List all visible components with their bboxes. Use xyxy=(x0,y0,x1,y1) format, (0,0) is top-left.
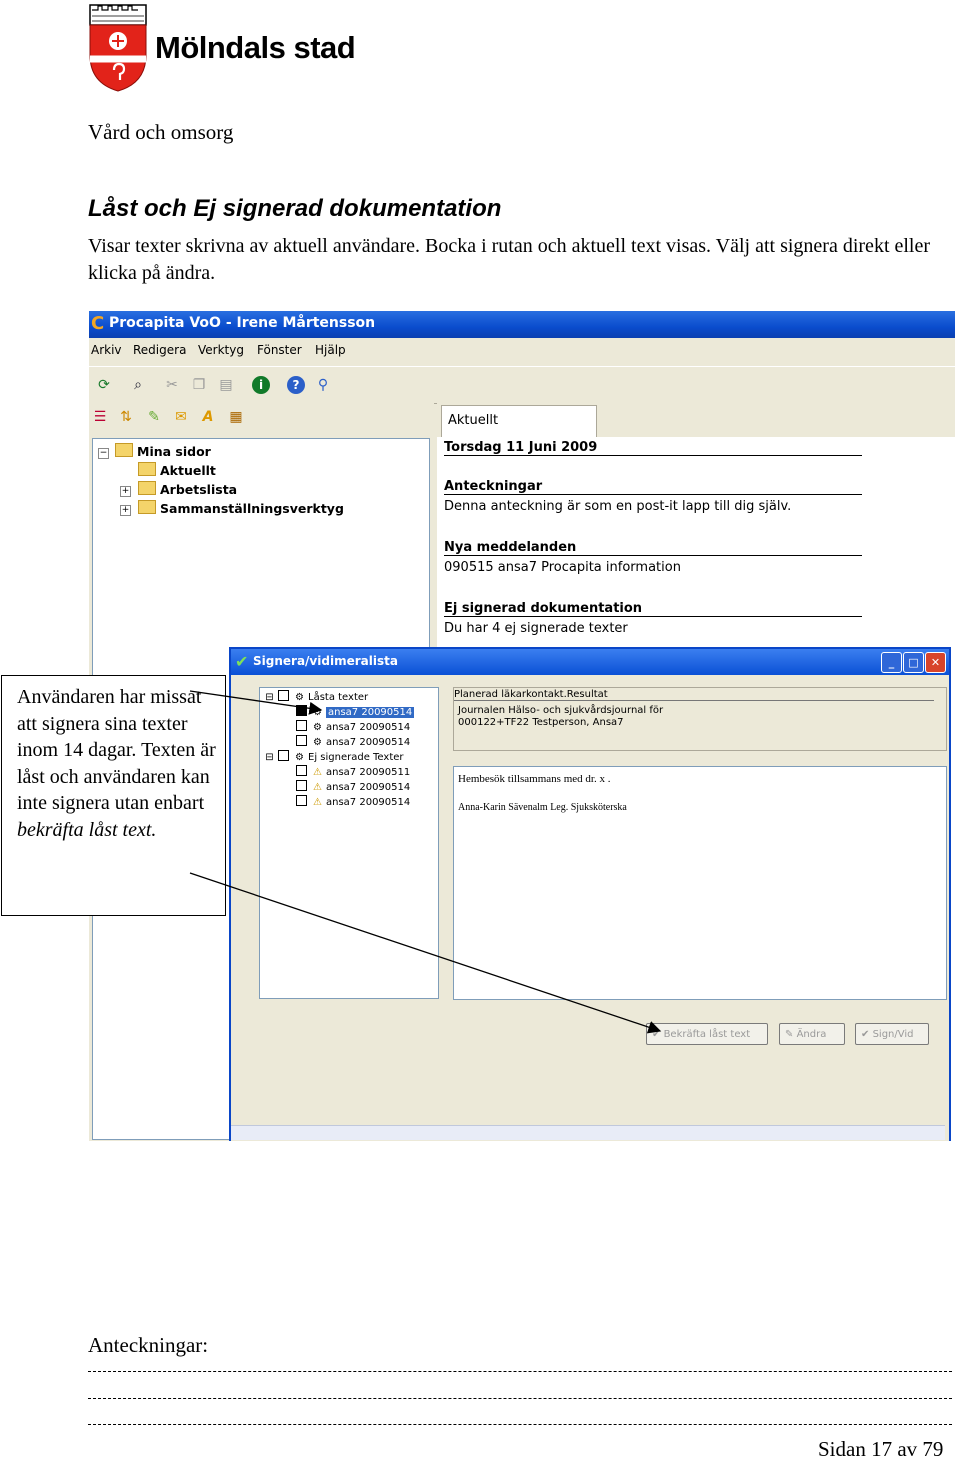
tree-item-mina-sidor[interactable]: Mina sidor xyxy=(115,443,211,461)
edit-button[interactable]: ✎ Ändra xyxy=(779,1023,845,1045)
record-line: 000122+TF22 Testperson, Ansa7 xyxy=(458,717,624,728)
group-unsigned[interactable]: ⊟ ⚙ Ej signerade Texter xyxy=(264,750,404,764)
warning-icon: ⚠ xyxy=(313,797,322,808)
section-text: Denna anteckning är som en post-it lapp … xyxy=(444,499,792,514)
tree-label: Aktuellt xyxy=(160,463,216,478)
context-help-icon[interactable]: ⚲ xyxy=(314,376,332,394)
record-title: Planerad läkarkontakt.Resultat xyxy=(454,689,934,701)
check-icon: ✔ xyxy=(861,1029,873,1040)
text-style-icon[interactable]: A xyxy=(199,408,217,426)
callout-text-italic: bekräfta låst text. xyxy=(17,818,157,841)
sign-dialog: ✔ Signera/vidimeralista _ □ ✕ ⊟ ⚙ Låsta te… xyxy=(229,647,951,1141)
mölndal-coat-of-arms-logo xyxy=(89,4,147,92)
expand-toggle[interactable]: + xyxy=(120,486,131,497)
folder-icon xyxy=(138,500,156,514)
mail-icon[interactable]: ✉ xyxy=(172,408,190,426)
collapse-toggle[interactable]: − xyxy=(98,448,109,459)
checkmark-icon: ✔ xyxy=(235,652,249,671)
tab-strip: Aktuellt xyxy=(437,403,955,437)
tree-item-sammanstallningsverktyg[interactable]: Sammanställningsverktyg xyxy=(138,500,344,518)
tree-item-aktuellt[interactable]: Aktuellt xyxy=(138,462,216,480)
unsigned-item[interactable]: ⚠ ansa7 20090514 xyxy=(296,780,410,794)
page-number: Sidan 17 av 79 xyxy=(818,1437,944,1461)
menu-verktyg[interactable]: Verktyg xyxy=(198,343,244,357)
text-list-tree: ⊟ ⚙ Låsta texter ⚙ ansa7 20090514 ⚙ ansa7 20… xyxy=(259,687,439,999)
menu-redigera[interactable]: Redigera xyxy=(133,343,186,357)
confirm-locked-text-button[interactable]: ✔ Bekräfta låst text xyxy=(646,1023,768,1045)
menu-fonster[interactable]: Fönster xyxy=(257,343,302,357)
notes-line xyxy=(88,1424,952,1425)
lock-icon: ⚙ xyxy=(313,707,322,718)
minimize-button[interactable]: _ xyxy=(881,652,902,673)
group-locked[interactable]: ⊟ ⚙ Låsta texter xyxy=(264,690,368,704)
horizontal-scrollbar[interactable] xyxy=(231,1125,945,1140)
record-header: Planerad läkarkontakt.Resultat Journalen… xyxy=(453,687,947,751)
section-text: 090515 ansa7 Procapita information xyxy=(444,560,681,575)
help-icon[interactable]: ? xyxy=(287,376,305,394)
window-title: Procapita VoO - Irene Mårtensson xyxy=(109,315,376,331)
tree-label: Arbetslista xyxy=(160,482,238,497)
record-line: Journalen Hälso- och sjukvårdsjournal fö… xyxy=(458,705,664,716)
notes-line xyxy=(88,1398,952,1399)
window-titlebar: C Procapita VoO - Irene Mårtensson xyxy=(89,311,955,338)
unsigned-item[interactable]: ⚠ ansa7 20090514 xyxy=(296,795,410,809)
unsigned-item[interactable]: ⚠ ansa7 20090511 xyxy=(296,765,410,779)
lock-icon: ⚙ xyxy=(313,722,322,733)
menu-hjalp[interactable]: Hjälp xyxy=(315,343,346,357)
navigation-toolbar: ☰ ⇅ ✎ ✉ A ▦ xyxy=(89,403,434,433)
date-heading: Torsdag 11 Juni 2009 xyxy=(444,440,862,456)
record-signature: Anna-Karin Sävenalm Leg. Sjuksköterska xyxy=(458,802,627,813)
sort-icon[interactable]: ⇅ xyxy=(117,408,135,426)
notes-line xyxy=(88,1371,952,1372)
section-title[interactable]: Anteckningar xyxy=(444,479,862,495)
folder-icon xyxy=(138,481,156,495)
sign-button[interactable]: ✔ Sign/Vid xyxy=(855,1023,929,1045)
record-body: Hembesök tillsammans med dr. x . Anna-Ka… xyxy=(453,766,947,1000)
tree-item-arbetslista[interactable]: Arbetslista xyxy=(138,481,237,499)
folder-icon xyxy=(115,443,133,457)
folder-icon xyxy=(138,462,156,476)
section-title[interactable]: Ej signerad dokumentation xyxy=(444,601,862,617)
intro-paragraph: Visar texter skrivna av aktuell användar… xyxy=(88,235,931,284)
warning-icon: ⚠ xyxy=(313,782,322,793)
copy-icon[interactable]: ❐ xyxy=(190,376,208,394)
edit-icon: ✎ xyxy=(785,1029,797,1040)
note-icon[interactable]: ✎ xyxy=(145,408,163,426)
record-body-text: Hembesök tillsammans med dr. x . xyxy=(458,773,611,785)
list-icon[interactable]: ☰ xyxy=(91,408,109,426)
page-heading: Låst och Ej signerad dokumentation xyxy=(88,195,502,222)
dialog-titlebar: ✔ Signera/vidimeralista _ □ ✕ xyxy=(231,649,949,675)
paste-icon[interactable]: ▤ xyxy=(217,376,235,394)
organization-name: Mölndals stad xyxy=(155,30,356,65)
menu-arkiv[interactable]: Arkiv xyxy=(91,343,122,357)
binoculars-icon[interactable]: ⌕ xyxy=(129,376,147,394)
maximize-button[interactable]: □ xyxy=(903,652,924,673)
warning-icon: ⚠ xyxy=(313,767,322,778)
document-icon[interactable]: ▦ xyxy=(227,408,245,426)
locked-item[interactable]: ⚙ ansa7 20090514 xyxy=(296,705,415,719)
dialog-title: Signera/vidimeralista xyxy=(253,654,398,668)
notes-label: Anteckningar: xyxy=(88,1333,209,1357)
cut-icon[interactable]: ✂ xyxy=(163,376,181,394)
locked-item[interactable]: ⚙ ansa7 20090514 xyxy=(296,720,410,734)
locked-item[interactable]: ⚙ ansa7 20090514 xyxy=(296,735,410,749)
lock-icon: ⚙ xyxy=(313,737,322,748)
procapita-app-icon: C xyxy=(91,313,105,334)
tab-aktuellt[interactable]: Aktuellt xyxy=(441,405,597,437)
main-toolbar: ⟳ ⌕ ✂ ❐ ▤ i ? ⚲ xyxy=(89,366,955,404)
refresh-icon[interactable]: ⟳ xyxy=(95,376,113,394)
expand-toggle[interactable]: + xyxy=(120,505,131,516)
close-button[interactable]: ✕ xyxy=(925,652,946,673)
tree-label: Sammanställningsverktyg xyxy=(160,501,344,516)
department-label: Vård och omsorg xyxy=(88,120,234,144)
callout-box: Användaren har missat att signera sina t… xyxy=(1,675,226,916)
menu-bar: Arkiv Redigera Verktyg Fönster Hjälp xyxy=(89,339,955,363)
callout-text: Användaren har missat att signera sina t… xyxy=(17,686,216,814)
check-icon: ✔ xyxy=(652,1029,664,1040)
section-title[interactable]: Nya meddelanden xyxy=(444,540,862,556)
info-icon[interactable]: i xyxy=(252,376,270,394)
tree-label: Mina sidor xyxy=(137,444,211,459)
section-text: Du har 4 ej signerade texter xyxy=(444,621,628,636)
